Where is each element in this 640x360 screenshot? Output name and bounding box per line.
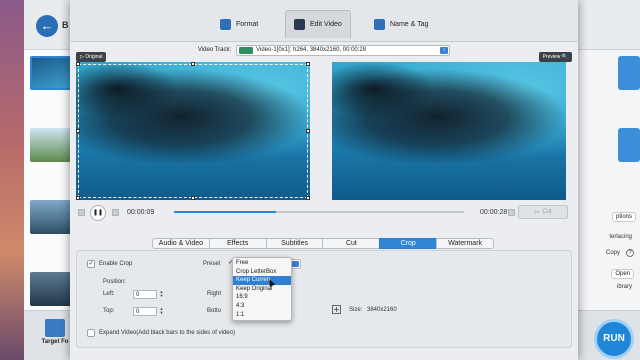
preset-label: Preset bbox=[203, 261, 221, 267]
next-frame-icon[interactable] bbox=[112, 209, 119, 216]
open-button[interactable]: Open bbox=[611, 269, 634, 279]
cut-label: Cut bbox=[542, 209, 552, 215]
expand-video-label: Expand Video(Add black bars to the sides… bbox=[99, 330, 235, 336]
crop-handle[interactable] bbox=[306, 129, 310, 133]
options-label: ptions bbox=[615, 214, 632, 220]
library-label: ibrary bbox=[616, 284, 632, 290]
pause-button[interactable]: ❚❚ bbox=[90, 205, 106, 221]
preset-option-1-1[interactable]: 1:1 bbox=[233, 311, 291, 320]
background-thumb-strip bbox=[618, 56, 640, 90]
top-input[interactable]: 0 bbox=[133, 307, 157, 316]
background-thumb-strip bbox=[618, 128, 640, 162]
preset-option-16-9[interactable]: 16:9 bbox=[233, 293, 291, 302]
format-icon bbox=[220, 18, 231, 30]
size-value: 3840x2160 bbox=[367, 307, 397, 313]
viewer-labels: ▷ Original Preview 🔍 bbox=[76, 52, 572, 62]
background-title-fragment: B bbox=[62, 20, 69, 30]
total-time: 00:00:28 bbox=[480, 209, 508, 216]
scissors-icon: ✂ bbox=[534, 209, 540, 216]
left-label: Left: bbox=[103, 291, 115, 297]
copy-label: Copy bbox=[605, 250, 620, 256]
preset-dropdown-menu: ✓ Free Crop LetterBox Keep Curren Keep Or… bbox=[228, 257, 292, 322]
file-thumbnail[interactable] bbox=[30, 128, 74, 162]
size-label: Size: bbox=[349, 307, 363, 313]
preset-option-free[interactable]: ✓ Free bbox=[228, 259, 291, 268]
crop-handle[interactable] bbox=[191, 196, 195, 200]
preset-option-crop-letterbox[interactable]: Crop LetterBox bbox=[233, 268, 291, 277]
file-thumbnail[interactable] bbox=[30, 200, 74, 234]
preview-video-viewer bbox=[332, 62, 566, 200]
edit-sub-tabs: Audio & Video Effects Subtitles Cut Crop… bbox=[152, 238, 494, 249]
original-video-viewer[interactable] bbox=[76, 62, 310, 200]
tab-name-tag[interactable]: Name & Tag bbox=[374, 10, 428, 38]
crop-handle[interactable] bbox=[76, 196, 80, 200]
edit-video-icon bbox=[294, 19, 305, 30]
player-controls: ❚❚ 00:00:09 00:00:28 ✂ Cut bbox=[70, 205, 578, 221]
preset-option-4-3[interactable]: 4:3 bbox=[233, 302, 291, 311]
resize-icon[interactable] bbox=[332, 305, 341, 314]
bottom-label: Botto bbox=[207, 308, 222, 314]
tab-crop[interactable]: Crop bbox=[379, 238, 438, 249]
tab-subtitles[interactable]: Subtitles bbox=[265, 238, 324, 249]
crop-frame[interactable] bbox=[78, 64, 308, 198]
back-button[interactable]: ← bbox=[36, 15, 58, 37]
mark-icon[interactable] bbox=[508, 209, 515, 216]
edit-video-dialog: Format Edit Video Name & Tag Video Track… bbox=[70, 0, 578, 360]
tab-audio-video[interactable]: Audio & Video bbox=[152, 238, 210, 249]
left-stepper[interactable]: ▲ ▼ bbox=[159, 290, 164, 299]
prev-frame-icon[interactable] bbox=[78, 209, 85, 216]
top-stepper[interactable]: ▲ ▼ bbox=[159, 307, 164, 316]
top-label: Top: bbox=[103, 308, 115, 314]
tab-effects[interactable]: Effects bbox=[208, 238, 267, 249]
tab-edit-video-label: Edit Video bbox=[310, 21, 342, 28]
chevron-down-icon bbox=[292, 261, 299, 267]
crop-handle[interactable] bbox=[191, 62, 195, 66]
run-button[interactable]: RUN bbox=[594, 319, 634, 359]
current-time: 00:00:09 bbox=[127, 209, 155, 216]
preset-option-keep-original[interactable]: Keep Original bbox=[233, 285, 291, 294]
crop-handle[interactable] bbox=[306, 196, 310, 200]
background-options-panel: ptions terlacing Copy ? Open ibrary bbox=[570, 50, 640, 310]
tab-name-tag-label: Name & Tag bbox=[390, 20, 429, 28]
file-thumbnail[interactable] bbox=[30, 272, 74, 306]
file-thumbnail[interactable] bbox=[30, 56, 74, 90]
tab-watermark[interactable]: Watermark bbox=[436, 238, 494, 249]
name-tag-icon bbox=[374, 18, 385, 30]
dialog-tab-bar: Format Edit Video Name & Tag bbox=[70, 0, 578, 42]
crop-settings-panel: ✓ Enable Crop Preset Position: Left: 0 ▲… bbox=[76, 250, 572, 348]
right-label: Right bbox=[207, 291, 222, 297]
help-icon[interactable]: ? bbox=[626, 249, 634, 257]
crop-handle[interactable] bbox=[76, 129, 80, 133]
tab-format-label: Format bbox=[236, 20, 259, 28]
enable-crop-label: Enable Crop bbox=[99, 261, 133, 267]
crop-handle[interactable] bbox=[306, 62, 310, 66]
options-button[interactable]: ptions bbox=[611, 212, 636, 222]
tab-edit-video[interactable]: Edit Video bbox=[285, 10, 351, 38]
playback-slider[interactable] bbox=[174, 211, 464, 213]
cut-button[interactable]: ✂ Cut bbox=[518, 205, 568, 219]
deinterlacing-label: terlacing bbox=[609, 234, 632, 240]
expand-video-checkbox[interactable] bbox=[87, 329, 95, 337]
target-format-icon bbox=[45, 319, 65, 337]
tab-format[interactable]: Format bbox=[220, 10, 258, 38]
tab-cut[interactable]: Cut bbox=[322, 238, 381, 249]
crop-handle[interactable] bbox=[76, 62, 80, 66]
playback-progress bbox=[174, 211, 276, 213]
open-label: Open bbox=[615, 271, 630, 277]
preview-button[interactable]: Preview 🔍 bbox=[538, 52, 572, 62]
preset-option-keep-current[interactable]: Keep Curren bbox=[233, 276, 291, 285]
enable-crop-checkbox[interactable]: ✓ bbox=[87, 260, 95, 268]
left-input[interactable]: 0 bbox=[133, 290, 157, 299]
position-label: Position: bbox=[103, 279, 127, 285]
checkmark-icon: ✓ bbox=[228, 260, 234, 266]
original-label: ▷ Original bbox=[76, 52, 107, 62]
